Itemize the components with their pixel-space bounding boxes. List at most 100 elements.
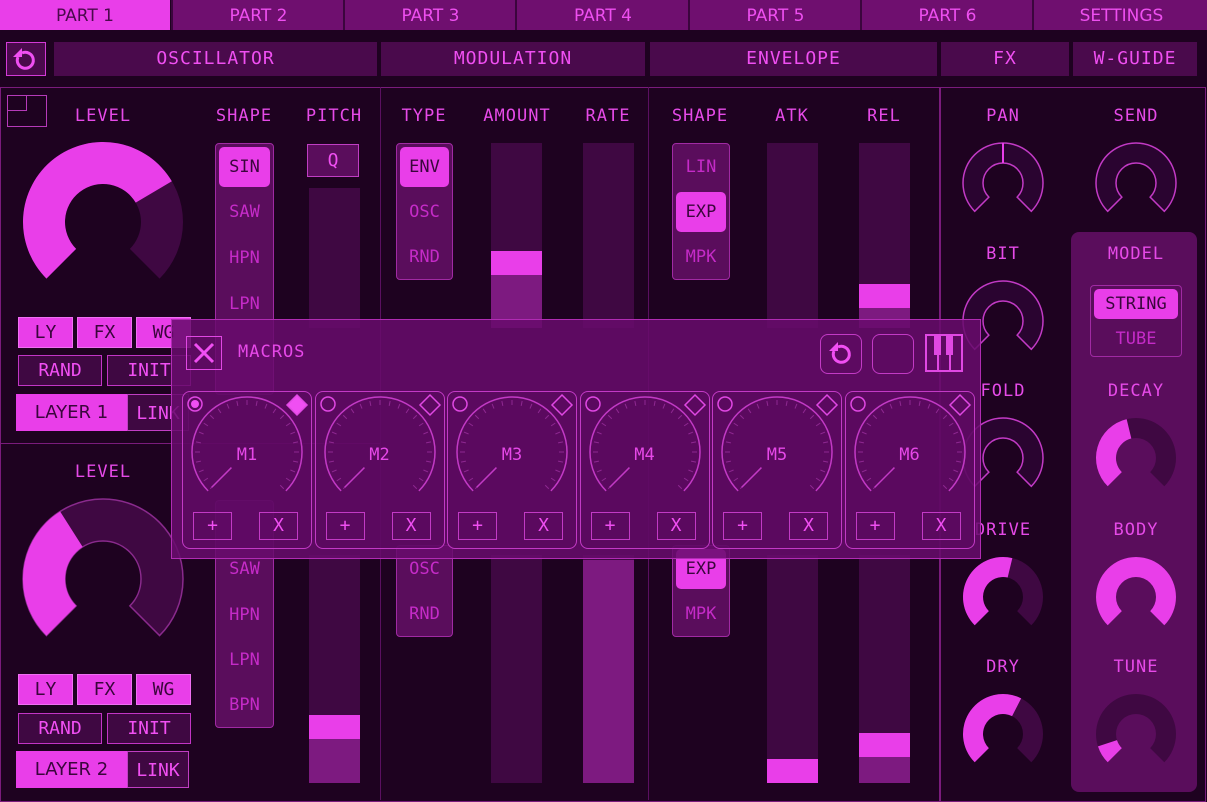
macro-add-button[interactable]: + xyxy=(458,512,497,540)
macro-add-button[interactable]: + xyxy=(855,512,895,540)
ly-button-layer2[interactable]: LY xyxy=(18,674,73,705)
rand-button-layer1[interactable]: RAND xyxy=(18,355,102,386)
osc-shape-lpn-l2[interactable]: LPN xyxy=(219,640,270,680)
amount-slider-layer2[interactable] xyxy=(491,555,542,783)
osc-shape-saw[interactable]: SAW xyxy=(219,192,270,232)
env-shape-lin[interactable]: LIN xyxy=(676,147,726,187)
mod-type-rnd-l2[interactable]: RND xyxy=(400,594,449,634)
rate-slider-layer1[interactable] xyxy=(583,143,634,328)
macro-remove-button[interactable]: X xyxy=(789,512,828,540)
tab-part-6[interactable]: PART 6 xyxy=(860,0,1033,30)
tab-part-2[interactable]: PART 2 xyxy=(171,0,344,30)
macro-add-button[interactable]: + xyxy=(590,512,630,540)
send-label: SEND xyxy=(1113,106,1159,126)
send-knob[interactable] xyxy=(1091,138,1181,228)
macro-diamond-icon xyxy=(418,393,441,417)
ly-button-layer1[interactable]: LY xyxy=(18,317,73,348)
pitch-slider-layer2[interactable] xyxy=(309,555,360,783)
macro-label: M1 xyxy=(236,445,258,465)
reset-button[interactable] xyxy=(6,42,46,76)
macro-remove-button[interactable]: X xyxy=(921,512,961,540)
rand-button-layer2[interactable]: RAND xyxy=(18,713,102,744)
macro-label: M6 xyxy=(899,445,920,465)
osc-shape-hpn-l2[interactable]: HPN xyxy=(219,595,270,635)
macro-add-button[interactable]: + xyxy=(723,512,762,540)
drive-knob[interactable] xyxy=(958,552,1048,642)
rate-label: RATE xyxy=(585,106,631,126)
macros-dialog: MACROS M1 + X M2 + X M3 + X M4 + X M5 + X M6 + X xyxy=(171,319,981,559)
tab-part-3[interactable]: PART 3 xyxy=(343,0,516,30)
pitch-slider-layer1[interactable] xyxy=(309,188,360,328)
piano-keys-icon xyxy=(925,334,963,372)
macros-title: MACROS xyxy=(238,342,306,362)
init-button-layer2[interactable]: INIT xyxy=(107,713,191,744)
macro-remove-button[interactable]: X xyxy=(259,512,298,540)
rate-slider-layer2[interactable] xyxy=(583,555,634,783)
tab-part-4[interactable]: PART 4 xyxy=(515,0,689,30)
rel-handle-l2[interactable] xyxy=(859,733,910,757)
pitch-quantize-button-layer1[interactable]: Q xyxy=(307,144,359,177)
amount-slider-layer1[interactable] xyxy=(491,143,542,328)
close-button[interactable] xyxy=(186,336,222,370)
env-shape-mpk[interactable]: MPK xyxy=(676,237,726,277)
body-knob[interactable] xyxy=(1091,552,1181,642)
mod-type-osc[interactable]: OSC xyxy=(400,192,449,232)
osc-shape-bpn-l2[interactable]: BPN xyxy=(219,685,270,725)
layer-1-button[interactable]: LAYER 1 xyxy=(16,394,127,431)
macro-blank-button[interactable] xyxy=(872,334,914,374)
macro-label: M3 xyxy=(501,445,523,465)
rel-slider-layer2[interactable] xyxy=(859,555,910,783)
mod-type-rnd[interactable]: RND xyxy=(400,237,449,277)
env-shape-mpk-l2[interactable]: MPK xyxy=(676,594,726,634)
fx-button-layer2[interactable]: FX xyxy=(77,674,132,705)
env-shape-selector-layer1[interactable]: LIN EXP MPK xyxy=(672,143,730,280)
mod-type-selector-layer1[interactable]: ENV OSC RND xyxy=(396,143,453,280)
decay-knob[interactable] xyxy=(1091,413,1181,503)
rel-handle[interactable] xyxy=(859,284,910,308)
link-button-layer2[interactable]: LINK xyxy=(127,751,189,788)
macro-slot-m3: M3 + X xyxy=(447,391,577,549)
model-label: MODEL xyxy=(1107,244,1165,264)
osc-shape-hpn[interactable]: HPN xyxy=(219,238,270,278)
model-selector[interactable]: STRING TUBE xyxy=(1090,285,1182,357)
level-knob-layer2[interactable] xyxy=(18,494,188,664)
tune-knob[interactable] xyxy=(1091,689,1181,779)
tab-part-1[interactable]: PART 1 xyxy=(0,0,170,30)
dry-knob[interactable] xyxy=(958,689,1048,779)
pan-knob[interactable] xyxy=(958,138,1048,228)
atk-slider-layer1[interactable] xyxy=(767,143,818,328)
undo-icon xyxy=(13,48,35,70)
macro-remove-button[interactable]: X xyxy=(524,512,563,540)
macro-slot-m5: M5 + X xyxy=(712,391,842,549)
amount-handle[interactable] xyxy=(491,251,542,275)
knob-value-arc xyxy=(1096,557,1176,626)
model-string[interactable]: STRING xyxy=(1094,289,1178,319)
atk-slider-layer2[interactable] xyxy=(767,555,818,783)
macro-remove-button[interactable]: X xyxy=(656,512,696,540)
knob-value-arc xyxy=(1096,419,1132,487)
dry-label: DRY xyxy=(986,657,1020,677)
level-knob-layer1[interactable] xyxy=(18,137,188,307)
env-shape-exp[interactable]: EXP xyxy=(676,192,726,232)
tune-label: TUNE xyxy=(1113,657,1159,677)
macro-add-button[interactable]: + xyxy=(325,512,365,540)
expand-icon[interactable] xyxy=(7,95,47,127)
osc-shape-sin[interactable]: SIN xyxy=(219,147,270,187)
keyboard-icon[interactable] xyxy=(925,334,963,372)
pitch-handle-l2[interactable] xyxy=(309,715,360,739)
macro-diamond-icon xyxy=(815,393,839,417)
model-tube[interactable]: TUBE xyxy=(1094,324,1178,354)
atk-handle-l2[interactable] xyxy=(767,759,818,783)
osc-shape-lpn[interactable]: LPN xyxy=(219,284,270,324)
fx-button-layer1[interactable]: FX xyxy=(77,317,132,348)
tab-part-5[interactable]: PART 5 xyxy=(688,0,861,30)
tab-settings[interactable]: SETTINGS xyxy=(1032,0,1207,30)
macro-add-button[interactable]: + xyxy=(193,512,232,540)
rel-slider-layer1[interactable] xyxy=(859,143,910,328)
layer-2-button[interactable]: LAYER 2 xyxy=(16,751,127,788)
macro-remove-button[interactable]: X xyxy=(391,512,431,540)
macro-reset-button[interactable] xyxy=(820,334,862,374)
wg-button-layer2[interactable]: WG xyxy=(136,674,191,705)
mod-type-env[interactable]: ENV xyxy=(400,147,449,187)
macro-diamond-icon xyxy=(948,393,971,417)
